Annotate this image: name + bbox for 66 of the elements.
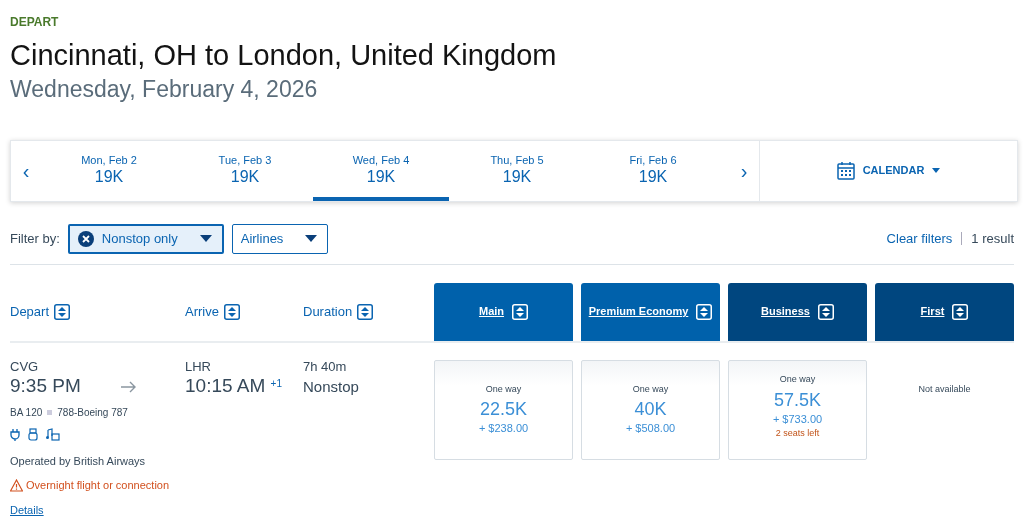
cabin-header[interactable]: First — [875, 282, 1014, 341]
fare-card[interactable]: One way 22.5K + $238.00 — [434, 359, 573, 460]
date-price: 19K — [502, 167, 532, 187]
column-header[interactable]: Duration — [303, 282, 434, 341]
arrow-icon — [120, 379, 136, 394]
separator-icon — [47, 409, 53, 415]
date-label: Mon, Feb 2 — [81, 153, 137, 168]
date-tab[interactable]: Thu, Feb 5 19K — [449, 140, 585, 201]
filter-dropdown[interactable]: Airlines — [231, 223, 329, 254]
calendar-button[interactable]: CALENDAR — [759, 140, 1017, 201]
usb-icon — [28, 427, 38, 441]
flight-number: BA 120 — [10, 405, 43, 420]
date-tab[interactable]: Tue, Feb 3 19K — [177, 140, 313, 201]
fare-card[interactable]: One way 57.5K + $733.00 2 seats left — [728, 359, 867, 460]
operator-text: Operated by British Airways — [10, 453, 147, 469]
column-header[interactable]: Arrive — [185, 282, 303, 341]
airport-code: LHR — [185, 357, 212, 376]
caret-icon — [199, 235, 212, 243]
date-price: 19K — [366, 167, 396, 187]
sort-icon — [952, 303, 969, 320]
date-price: 19K — [638, 167, 668, 187]
date-tab[interactable]: Wed, Feb 4 19K — [313, 140, 449, 201]
previous-button[interactable]: ‹ — [11, 140, 41, 201]
plug-icon — [10, 427, 20, 441]
clear-filters-link[interactable]: Clear filters — [886, 228, 953, 249]
unavailable-text: Not available — [917, 382, 972, 396]
calendar-icon — [836, 161, 855, 181]
date-label: Tue, Feb 3 — [218, 153, 272, 168]
warning-message: Overnight flight or connection — [26, 478, 170, 494]
result-count: 1 result — [971, 229, 1014, 248]
sort-icon — [512, 303, 529, 320]
sort-icon — [817, 303, 834, 320]
sort-icon — [357, 303, 374, 320]
date-price: 19K — [94, 167, 124, 187]
sort-icon — [696, 303, 713, 320]
section-label: DEPART — [10, 14, 60, 31]
details-link[interactable]: Details — [10, 503, 44, 516]
date-tab[interactable]: Mon, Feb 2 19K — [41, 140, 177, 201]
filter-label: Filter by: — [10, 229, 60, 248]
date-tab[interactable]: Fri, Feb 6 19K — [585, 140, 721, 201]
next-button[interactable]: › — [729, 140, 759, 201]
date-label: Thu, Feb 5 — [490, 153, 544, 168]
column-header[interactable]: Depart — [10, 282, 185, 341]
sort-icon — [223, 303, 240, 320]
date-subtitle: Wednesday, February 4, 2026 — [10, 74, 319, 104]
airport-code: CVG — [10, 357, 40, 376]
departure-time: 9:35 PM — [10, 376, 81, 397]
entertainment-icon — [46, 427, 60, 441]
date-label: Wed, Feb 4 — [352, 153, 410, 168]
cabin-header[interactable]: Business — [728, 282, 867, 341]
date-label: Fri, Feb 6 — [629, 153, 677, 168]
arrival-time: 10:15 AM $^{+1}$ — [185, 376, 283, 397]
date-price: 19K — [230, 167, 260, 187]
filter-dropdown[interactable]: Nonstop only — [67, 223, 224, 254]
cabin-header[interactable]: Premium Economy — [581, 282, 720, 341]
sort-icon — [54, 303, 71, 320]
cabin-header[interactable]: Main — [434, 282, 573, 341]
flight-duration: 7h 40m — [303, 357, 348, 376]
caret-icon — [932, 168, 941, 174]
close-icon — [77, 230, 94, 247]
fare-card[interactable]: One way 40K + $508.00 — [581, 359, 720, 460]
warning-icon — [10, 479, 23, 493]
aircraft-type: 788-Boeing 787 — [57, 405, 128, 420]
caret-icon — [305, 235, 318, 243]
page-title: Cincinnati, OH to London, United Kingdom — [10, 38, 558, 73]
stops-text: Nonstop — [303, 379, 360, 396]
